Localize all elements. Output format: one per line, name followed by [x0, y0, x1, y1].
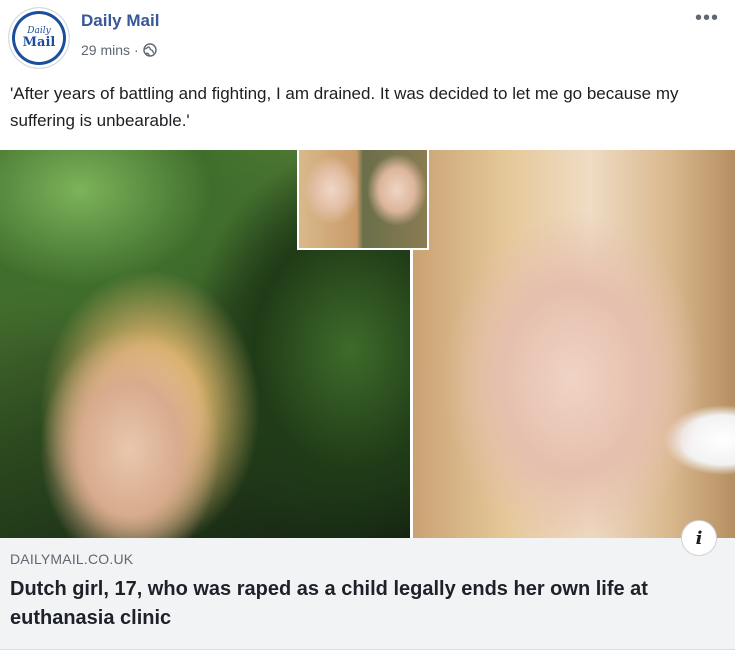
post-text: 'After years of battling and fighting, I… [10, 84, 679, 130]
post-meta: 29 mins · [81, 42, 157, 58]
preview-caption[interactable]: DAILYMAIL.CO.UK Dutch girl, 17, who was … [0, 538, 735, 650]
globe-icon[interactable] [143, 43, 157, 57]
link-preview-card[interactable]: i DAILYMAIL.CO.UK Dutch girl, 17, who wa… [0, 150, 735, 650]
more-options-icon[interactable]: ••• [693, 7, 721, 29]
meta-separator: · [134, 42, 139, 58]
link-domain: DAILYMAIL.CO.UK [10, 551, 134, 567]
info-icon[interactable]: i [681, 520, 717, 556]
link-headline[interactable]: Dutch girl, 17, who was raped as a child… [10, 575, 725, 633]
preview-photo-right [413, 150, 735, 538]
post-timestamp[interactable]: 29 mins [81, 42, 130, 58]
page-avatar[interactable]: Daily Mail [9, 8, 69, 68]
preview-image[interactable] [0, 150, 735, 538]
avatar-logo-bottom: Mail [22, 35, 56, 50]
preview-photo-inset [297, 150, 429, 250]
post-header: Daily Mail Daily Mail 29 mins · ••• [0, 0, 735, 70]
daily-mail-logo: Daily Mail [15, 14, 63, 62]
page-name-link[interactable]: Daily Mail [81, 11, 159, 31]
